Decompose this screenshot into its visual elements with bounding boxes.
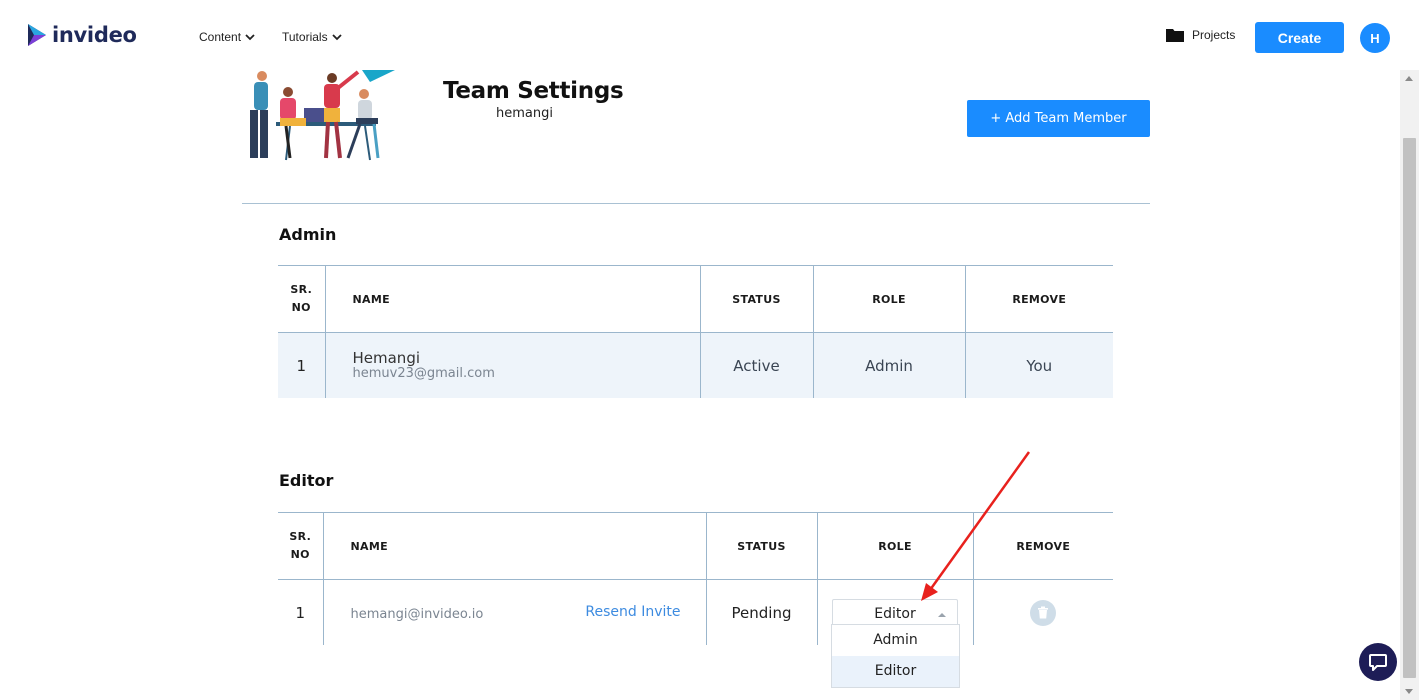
row-name-cell: hemangi@invideo.io Resend Invite [322, 579, 706, 645]
page-scrollbar[interactable] [1400, 70, 1419, 700]
row-status: Pending [705, 579, 817, 645]
editor-section-title: Editor [279, 471, 334, 490]
column-header-status: STATUS [699, 265, 813, 333]
column-header-role: ROLE [816, 512, 973, 580]
row-role: Admin [812, 332, 965, 398]
trash-icon[interactable] [1030, 599, 1057, 626]
admin-table: SR. NO NAME STATUS ROLE REMOVE 1 Hemangi… [278, 265, 1113, 398]
chat-icon [1369, 654, 1387, 671]
role-option-editor[interactable]: Editor [832, 656, 959, 687]
column-header-remove: REMOVE [972, 512, 1113, 580]
member-email: hemuv23@gmail.com [352, 366, 495, 381]
nav-menu-tutorials[interactable]: Tutorials [282, 30, 342, 44]
role-dropdown-menu: Admin Editor [831, 624, 960, 688]
admin-table-header: SR. NO NAME STATUS ROLE REMOVE [278, 265, 1113, 333]
resend-invite-link[interactable]: Resend Invite [585, 604, 680, 620]
editor-table: SR. NO NAME STATUS ROLE REMOVE 1 hemangi… [278, 512, 1113, 645]
user-avatar[interactable]: H [1360, 23, 1390, 53]
nav-menu-tutorials-label: Tutorials [282, 30, 328, 44]
row-status: Active [699, 332, 813, 398]
member-email: hemangi@invideo.io [350, 606, 484, 622]
folder-icon [1166, 29, 1184, 42]
table-row: 1 hemangi@invideo.io Resend Invite Pendi… [278, 579, 1113, 645]
row-name-cell: Hemangi hemuv23@gmail.com [324, 332, 700, 398]
column-header-status: STATUS [705, 512, 817, 580]
column-header-name: NAME [324, 265, 700, 333]
add-team-member-button[interactable]: + Add Team Member [967, 100, 1150, 137]
projects-label: Projects [1192, 28, 1236, 42]
scroll-up-arrow-icon[interactable] [1405, 76, 1413, 81]
team-illustration [250, 70, 395, 161]
scroll-thumb[interactable] [1403, 138, 1416, 678]
projects-link[interactable]: Projects [1166, 28, 1235, 42]
admin-section-title: Admin [279, 225, 337, 244]
create-button[interactable]: Create [1255, 22, 1344, 53]
member-name: Hemangi [352, 349, 421, 367]
scroll-down-arrow-icon[interactable] [1405, 689, 1413, 694]
nav-menu-content[interactable]: Content [199, 30, 255, 44]
top-navbar: invideo Content Tutorials Projects Creat… [0, 0, 1419, 70]
column-header-remove: REMOVE [964, 265, 1113, 333]
role-option-admin[interactable]: Admin [832, 625, 959, 656]
row-remove-cell [972, 579, 1113, 645]
column-header-sr: SR. NO [278, 512, 323, 580]
play-logo-icon [28, 24, 46, 46]
row-sr-no: 1 [278, 332, 325, 398]
row-sr-no: 1 [295, 603, 306, 622]
logo-text: invideo [52, 23, 137, 47]
role-select-value: Editor [874, 605, 916, 622]
chevron-down-icon [245, 34, 255, 41]
table-row: 1 Hemangi hemuv23@gmail.com Active Admin… [278, 332, 1113, 398]
caret-up-icon [938, 612, 946, 617]
page-title: Team Settings [443, 78, 624, 104]
column-header-name: NAME [322, 512, 706, 580]
team-name: hemangi [496, 106, 553, 121]
row-remove: You [964, 332, 1113, 398]
column-header-sr: SR. NO [278, 265, 325, 333]
header-divider [242, 203, 1150, 204]
editor-table-header: SR. NO NAME STATUS ROLE REMOVE [278, 512, 1113, 580]
chat-button[interactable] [1359, 643, 1397, 681]
nav-menu-content-label: Content [199, 30, 242, 44]
column-header-role: ROLE [812, 265, 965, 333]
chevron-down-icon [331, 34, 342, 41]
invideo-logo[interactable]: invideo [26, 22, 137, 48]
